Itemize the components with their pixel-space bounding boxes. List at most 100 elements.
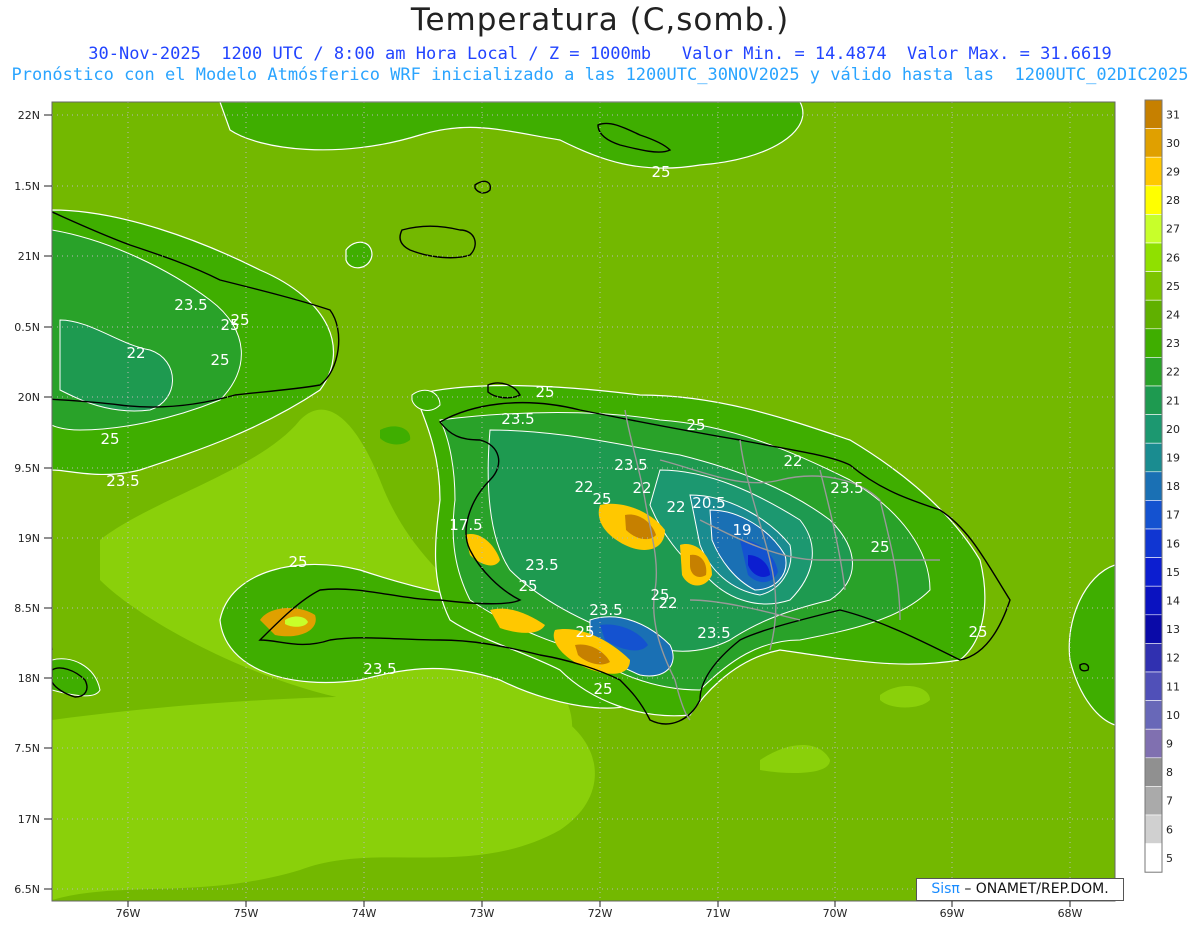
colorbar-swatch xyxy=(1144,643,1163,673)
contour-label: 22 xyxy=(666,498,685,516)
lon-label: 76W xyxy=(116,907,141,920)
colorbar-label: 19 xyxy=(1166,452,1180,465)
contour-label: 25 xyxy=(100,430,119,448)
contour-label: 25 xyxy=(650,586,669,604)
lon-label: 68W xyxy=(1058,907,1083,920)
colorbar: 31 30 29 28 27 26 25 24 23 22 21 20 19 18 17 16 15 14 13 12… xyxy=(1144,99,1180,873)
contour-label: 22 xyxy=(632,479,651,497)
lat-label: 9.5N xyxy=(14,462,40,475)
colorbar-swatch xyxy=(1144,442,1163,473)
colorbar-swatch xyxy=(1144,843,1163,873)
contour-label: 25 xyxy=(686,416,705,434)
colorbar-label: 7 xyxy=(1166,795,1173,808)
lat-label: 19N xyxy=(18,532,40,545)
contour-label: 22 xyxy=(574,478,593,496)
contour-label: 23.5 xyxy=(614,456,647,474)
colorbar-swatch xyxy=(1144,214,1163,244)
contour-label: 25 xyxy=(210,351,229,369)
contour-label: 25 xyxy=(220,316,239,334)
colorbar-swatch xyxy=(1144,414,1163,444)
credit-org: – ONAMET/REP.DOM. xyxy=(964,881,1109,897)
lon-label: 72W xyxy=(588,907,613,920)
subtitle-model-run: Pronóstico con el Modelo Atmósferico WRF… xyxy=(11,65,1189,85)
contour-label: 17.5 xyxy=(449,516,482,534)
colorbar-swatch xyxy=(1144,156,1163,187)
colorbar-swatch xyxy=(1144,328,1163,358)
lat-label: 21N xyxy=(18,250,40,263)
colorbar-swatch xyxy=(1144,185,1163,215)
colorbar-swatch xyxy=(1144,500,1163,530)
colorbar-label: 18 xyxy=(1166,480,1180,493)
colorbar-label: 22 xyxy=(1166,366,1180,379)
colorbar-label: 26 xyxy=(1166,251,1180,264)
colorbar-swatch xyxy=(1144,786,1163,816)
colorbar-swatch xyxy=(1144,585,1163,616)
colorbar-label: 23 xyxy=(1166,337,1180,350)
colorbar-label: 12 xyxy=(1166,652,1180,665)
lat-label: 0.5N xyxy=(14,321,40,334)
contour-label: 25 xyxy=(288,553,307,571)
colorbar-label: 6 xyxy=(1166,823,1173,836)
contour-label: 25 xyxy=(651,163,670,181)
colorbar-label: 20 xyxy=(1166,423,1180,436)
colorbar-label: 27 xyxy=(1166,223,1180,236)
colorbar-label: 30 xyxy=(1166,137,1180,150)
contour-label: 23.5 xyxy=(525,556,558,574)
contour-label: 25 xyxy=(535,383,554,401)
lat-label: 20N xyxy=(18,391,40,404)
colorbar-swatch xyxy=(1144,271,1163,301)
contour-label: 25 xyxy=(593,680,612,698)
credit-box: Sisπ – ONAMET/REP.DOM. xyxy=(916,878,1124,901)
contour-label: 20.5 xyxy=(692,494,725,512)
lat-label: 6.5N xyxy=(14,883,40,896)
colorbar-label: 31 xyxy=(1166,108,1180,121)
contour-label: 23.5 xyxy=(174,296,207,314)
contour-islet xyxy=(345,241,373,269)
colorbar-label: 28 xyxy=(1166,194,1180,207)
contour-label: 19 xyxy=(732,521,751,539)
colorbar-label: 21 xyxy=(1166,394,1180,407)
colorbar-label: 24 xyxy=(1166,309,1180,322)
lat-label: 18N xyxy=(18,672,40,685)
lat-label: 8.5N xyxy=(14,602,40,615)
contour-label: 23.5 xyxy=(501,410,534,428)
contour-label: 25 xyxy=(870,538,889,556)
colorbar-swatch xyxy=(1144,614,1163,644)
lon-label: 74W xyxy=(352,907,377,920)
colorbar-label: 11 xyxy=(1166,680,1180,693)
colorbar-swatch xyxy=(1144,814,1163,844)
lon-label: 75W xyxy=(234,907,259,920)
colorbar-label: 8 xyxy=(1166,766,1173,779)
colorbar-swatch xyxy=(1144,700,1163,730)
lat-label: 22N xyxy=(18,109,40,122)
lon-label: 73W xyxy=(470,907,495,920)
lon-label: 71W xyxy=(706,907,731,920)
lat-label: 17N xyxy=(18,813,40,826)
colorbar-label: 9 xyxy=(1166,738,1173,751)
lat-label: 7.5N xyxy=(14,742,40,755)
colorbar-label: 14 xyxy=(1166,595,1180,608)
colorbar-swatch xyxy=(1144,299,1163,330)
colorbar-label: 29 xyxy=(1166,166,1180,179)
contour-label: 23.5 xyxy=(106,472,139,490)
colorbar-swatch xyxy=(1144,471,1163,501)
contour-label: 23.5 xyxy=(697,624,730,642)
colorbar-swatch xyxy=(1144,528,1163,558)
colorbar-swatch xyxy=(1144,757,1163,787)
colorbar-label: 10 xyxy=(1166,709,1180,722)
contour-label: 25 xyxy=(592,490,611,508)
contour-label: 25 xyxy=(968,623,987,641)
colorbar-swatch xyxy=(1144,242,1163,272)
contour-label: 25 xyxy=(518,577,537,595)
colorbar-label: 17 xyxy=(1166,509,1180,522)
colorbar-swatch xyxy=(1144,671,1163,701)
colorbar-swatch xyxy=(1144,557,1163,587)
lon-label: 69W xyxy=(940,907,965,920)
colorbar-label: 25 xyxy=(1166,280,1180,293)
colorbar-label: 15 xyxy=(1166,566,1180,579)
lon-label: 70W xyxy=(823,907,848,920)
contour-label: 22 xyxy=(783,452,802,470)
subtitle-valid-time: 30-Nov-2025 1200 UTC / 8:00 am Hora Loca… xyxy=(88,44,1112,64)
colorbar-swatch xyxy=(1144,385,1163,415)
colorbar-swatch xyxy=(1144,728,1163,759)
